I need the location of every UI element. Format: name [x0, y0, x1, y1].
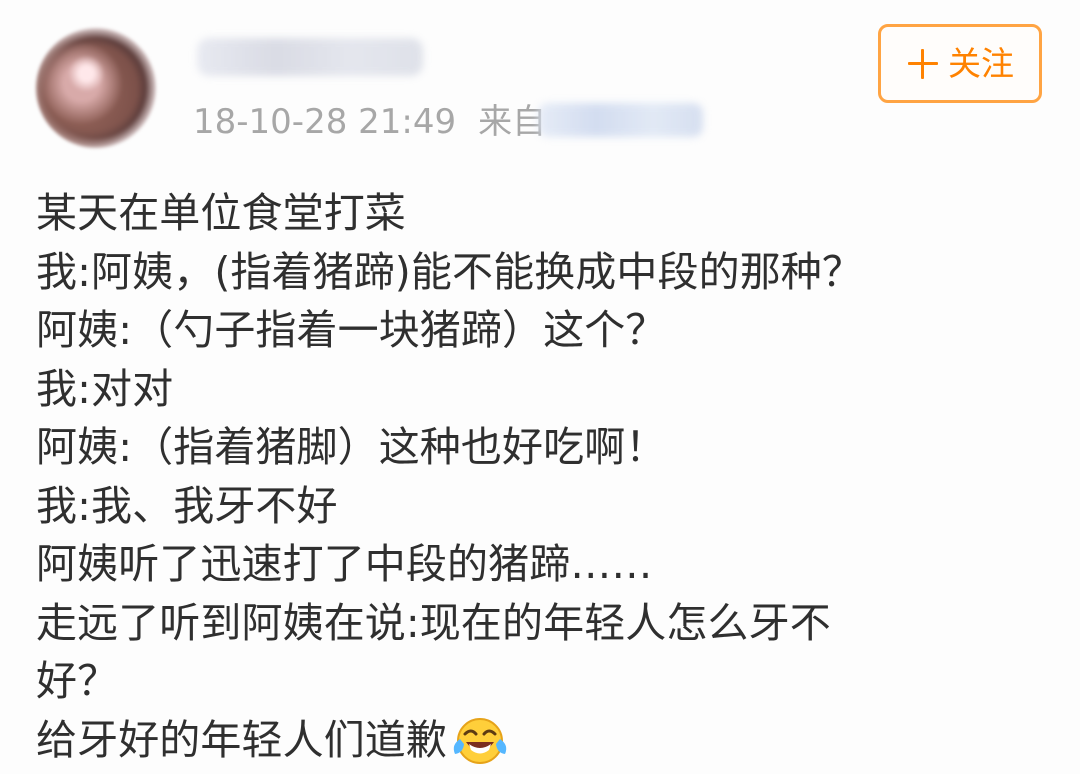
- post-timestamp: 18-10-28 21:49: [193, 98, 456, 146]
- post-text-line: 某天在单位食堂打菜: [36, 184, 1046, 243]
- post-text-line: 阿姨听了迅速打了中段的猪蹄……: [36, 535, 1046, 594]
- post-content: 某天在单位食堂打菜 我:阿姨，(指着猪蹄)能不能换成中段的那种？ 阿姨:（勺子指…: [36, 184, 1046, 769]
- blurred-username[interactable]: [197, 38, 423, 76]
- post-meta: 18-10-28 21:49 来自: [193, 98, 546, 146]
- post-text-line: 好？: [36, 652, 1046, 711]
- avatar[interactable]: [36, 28, 156, 148]
- post-text-line: 走远了听到阿姨在说:现在的年轻人怎么牙不: [36, 594, 1046, 653]
- post-final-line: 给牙好的年轻人们道歉: [36, 711, 1046, 770]
- plus-icon: [906, 47, 940, 81]
- post-text-line: 我:阿姨，(指着猪蹄)能不能换成中段的那种？: [36, 243, 1046, 302]
- source-label: 来自: [478, 98, 546, 146]
- post-text-line: 阿姨:（勺子指着一块猪蹄）这个？: [36, 301, 1046, 360]
- post-text-line: 我:我、我牙不好: [36, 477, 1046, 536]
- post-text-line: 阿姨:（指着猪脚）这种也好吃啊！: [36, 418, 1046, 477]
- post-text-line: 我:对对: [36, 360, 1046, 419]
- follow-button-label: 关注: [948, 47, 1014, 80]
- blurred-source[interactable]: [538, 103, 703, 137]
- weibo-post-card: 18-10-28 21:49 来自 关注 某天在单位食堂打菜 我:阿姨，(指着猪…: [0, 0, 1080, 774]
- face-with-tears-of-joy-icon: [451, 714, 509, 781]
- post-text-line: 给牙好的年轻人们道歉: [36, 716, 447, 764]
- follow-button[interactable]: 关注: [878, 24, 1042, 103]
